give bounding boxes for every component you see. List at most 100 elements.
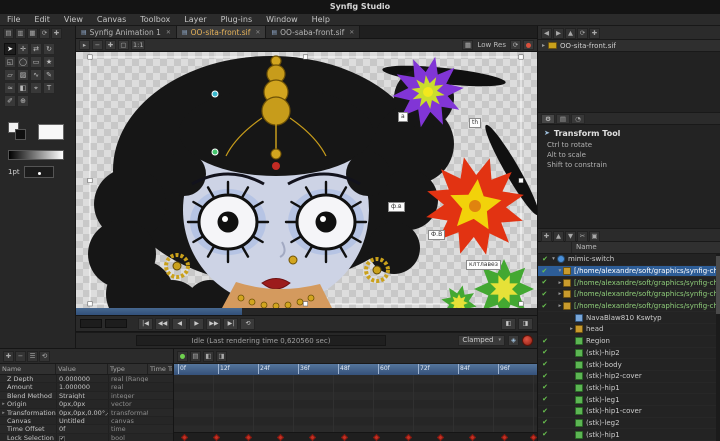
rotate-tool[interactable]: ↻ (43, 43, 55, 55)
menu-edit[interactable]: Edit (27, 14, 57, 26)
expander-icon[interactable]: ▸ (542, 42, 545, 49)
canvas-menu-caret-icon[interactable]: ▸ (79, 40, 90, 50)
layer-row[interactable]: ✔ (stk)-hip1 (538, 429, 720, 441)
keyframe-marker[interactable] (404, 433, 413, 441)
layer-row[interactable]: ✔ ▸ [/home/alexandre/soft/graphics/synfig-… (538, 301, 720, 313)
zoom-actual-icon[interactable]: 1:1 (131, 40, 146, 50)
tab-Synfig Animation 1[interactable]: ▤ Synfig Animation 1 ✕ (76, 26, 177, 38)
layer-enabled-checkbox[interactable]: ✔ (540, 406, 550, 417)
new-doc-icon[interactable]: ▤ (3, 28, 14, 39)
time-begin-field[interactable] (80, 319, 102, 328)
lock-future-keyframe-icon[interactable]: ◨ (216, 351, 227, 362)
keyframe-marker[interactable] (180, 433, 189, 441)
close-icon[interactable]: ✕ (349, 29, 354, 36)
keyframe-doc-icon[interactable]: ▤ (190, 351, 201, 362)
layer-row[interactable]: ✔ (stk)-hip2-cover (538, 371, 720, 383)
polygon-tool[interactable]: ▱ (4, 69, 16, 81)
refresh-icon[interactable]: ⟳ (577, 28, 588, 39)
menu-help[interactable]: Help (305, 14, 337, 26)
expander-icon[interactable]: ▸ (0, 409, 7, 416)
layer-row[interactable]: ✔ Region (538, 336, 720, 348)
fill-tool[interactable]: ◧ (17, 82, 29, 94)
star-tool[interactable]: ★ (43, 56, 55, 68)
layer-enabled-checkbox[interactable]: ✔ (540, 336, 550, 347)
param-row[interactable]: Canvas Untitled canvas (0, 416, 173, 426)
layer-enabled-checkbox[interactable]: ✔ (540, 359, 550, 370)
keyframe-marker[interactable] (308, 433, 317, 441)
tab-OO-saba-front.sif[interactable]: ▤ OO-saba-front.sif ✕ (266, 26, 361, 38)
up-icon[interactable]: ▲ (565, 28, 576, 39)
open-doc-icon[interactable]: ▥ (15, 28, 26, 39)
timebar[interactable]: 0f 12f 24f 36f 48f 60f 72f 84f 96f (174, 364, 537, 375)
draw-tool[interactable]: ✎ (43, 69, 55, 81)
spline-tool[interactable]: ∿ (30, 69, 42, 81)
param-row[interactable]: Amount 1.000000 real (0, 383, 173, 392)
play-button[interactable]: ▶ (189, 317, 205, 330)
layer-enabled-checkbox[interactable]: ✔ (540, 266, 549, 277)
layer-row[interactable]: ✔ (stk)-body (538, 359, 720, 371)
tree-view-icon[interactable]: ☰ (27, 351, 38, 362)
width-tool[interactable]: ≈ (4, 82, 16, 94)
menu-window[interactable]: Window (259, 14, 305, 26)
param-value[interactable]: 1.000000 (56, 383, 108, 391)
timetrack-rows[interactable] (174, 375, 537, 432)
brush-size-label[interactable]: 1pt (8, 168, 20, 176)
time-slider[interactable] (76, 308, 537, 316)
layer-enabled-checkbox[interactable]: ✔ (540, 371, 550, 382)
layer-enabled-checkbox[interactable]: ✔ (540, 289, 549, 300)
layer-row[interactable]: ✔ (stk)-hip1 (538, 383, 720, 395)
keyframe-marker[interactable] (500, 433, 509, 441)
layer-row[interactable]: ✔ ▾ [/home/alexandre/soft/graphics/synfig-… (538, 265, 720, 278)
canvas-workarea[interactable]: a th ф.в Ф.В клтлавез (76, 52, 537, 308)
close-icon[interactable]: ✕ (255, 29, 260, 36)
refresh-icon[interactable]: ⟳ (39, 28, 50, 39)
zoom-out-icon[interactable]: − (92, 40, 103, 50)
keyframe-marker[interactable] (436, 433, 445, 441)
close-icon[interactable]: ✕ (166, 29, 171, 36)
animate-mode-icon[interactable]: ● (177, 351, 188, 362)
save-doc-icon[interactable]: ▦ (27, 28, 38, 39)
expander-icon[interactable]: ▸ (568, 326, 575, 332)
zoom-tool[interactable]: ⊕ (17, 95, 29, 107)
param-row[interactable]: Lock Selection ✔ bool (0, 433, 173, 441)
layer-enabled-checkbox[interactable]: ✔ (540, 277, 549, 288)
scrollbar-thumb[interactable] (716, 256, 720, 314)
param-value[interactable]: Untitled (56, 416, 108, 425)
remove-param-icon[interactable]: − (15, 351, 26, 362)
seek-begin-button[interactable]: |◀ (138, 317, 153, 330)
param-row[interactable]: Time Offset 0f time (0, 425, 173, 434)
low-res-toggle-icon[interactable]: ▦ (462, 40, 474, 50)
circle-tool[interactable]: ◯ (17, 56, 29, 68)
layer-row[interactable]: ▸ head (538, 324, 720, 336)
lock-past-keyframe-icon[interactable]: ◧ (203, 351, 214, 362)
time-end-field[interactable] (105, 319, 127, 328)
cut-layer-icon[interactable]: ✂ (577, 231, 588, 242)
transform-tool[interactable]: ➤ (4, 43, 16, 55)
reset-defaults-icon[interactable]: ⟲ (39, 351, 50, 362)
loop-button[interactable]: ⟲ (240, 317, 256, 330)
next-frame-button[interactable]: ▶▶ (206, 317, 222, 330)
past-keyframes-icon[interactable]: ◧ (501, 317, 516, 330)
param-checkbox[interactable]: ✔ (59, 435, 65, 441)
expander-icon[interactable]: ▾ (550, 256, 557, 262)
menu-view[interactable]: View (57, 14, 90, 26)
layer-enabled-checkbox[interactable]: ✔ (540, 382, 550, 393)
palette-tab-icon[interactable]: ◔ (571, 114, 585, 124)
layer-row[interactable]: ✔ ▾ mimic-switch (538, 254, 720, 266)
future-keyframes-icon[interactable]: ◨ (518, 317, 533, 330)
sketch-tool[interactable]: ✐ (4, 95, 16, 107)
gradient-tool[interactable]: ▨ (17, 69, 29, 81)
zoom-fit-icon[interactable]: ▢ (118, 40, 129, 50)
menu-layer[interactable]: Layer (177, 14, 213, 26)
add-icon[interactable]: ✚ (51, 28, 62, 39)
prev-frame-button[interactable]: ◀ (172, 317, 188, 330)
layer-row[interactable]: ✔ (stk)-hip2 (538, 348, 720, 360)
layer-enabled-checkbox[interactable]: ✔ (540, 254, 550, 265)
layer-row[interactable]: ✔ (stk)-leg1 (538, 394, 720, 406)
keyframe-toggle-icon[interactable]: ◈ (508, 335, 519, 346)
layer-row[interactable]: NavaBlaw810 Kswtyp (538, 312, 720, 325)
menu-file[interactable]: File (0, 14, 27, 26)
navigator-tab-icon[interactable]: ▤ (556, 114, 570, 124)
text-tool[interactable]: T (43, 82, 55, 94)
param-row[interactable]: ▸Transformation0px,0px,0.00°,45px,45pxtr… (0, 408, 173, 417)
